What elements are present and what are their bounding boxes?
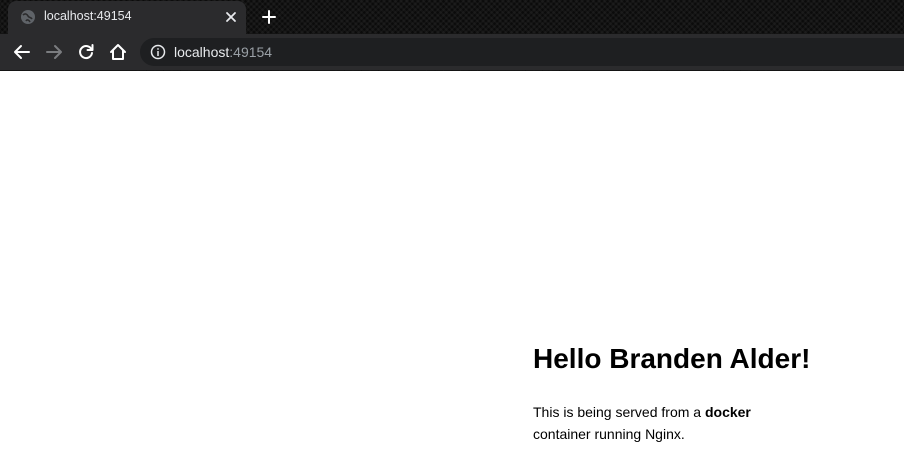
info-icon[interactable] (150, 44, 166, 60)
close-icon[interactable] (224, 10, 238, 24)
paragraph-prefix: This is being served from a (533, 404, 705, 420)
browser-chrome: localhost:49154 localhost:49154 (0, 0, 904, 71)
arrow-right-icon[interactable] (44, 42, 64, 62)
arrow-left-icon[interactable] (12, 42, 32, 62)
url-port: :49154 (229, 44, 273, 60)
url-text[interactable]: localhost:49154 (174, 44, 272, 60)
home-icon[interactable] (108, 42, 128, 62)
url-host: localhost (174, 44, 230, 60)
paragraph-suffix: container running Nginx. (533, 426, 685, 442)
reload-icon[interactable] (76, 42, 96, 62)
page-content: Hello Branden Alder! This is being serve… (0, 71, 904, 466)
address-bar[interactable]: localhost:49154 (140, 38, 904, 66)
globe-icon (21, 10, 35, 24)
page-paragraph: This is being served from a docker conta… (533, 401, 793, 445)
browser-toolbar: localhost:49154 (0, 34, 904, 70)
page-heading: Hello Branden Alder! (533, 343, 811, 374)
plus-icon[interactable] (261, 9, 277, 25)
paragraph-bold: docker (704, 404, 751, 420)
browser-tab[interactable]: localhost:49154 (8, 1, 246, 34)
tab-title: localhost:49154 (44, 9, 132, 23)
